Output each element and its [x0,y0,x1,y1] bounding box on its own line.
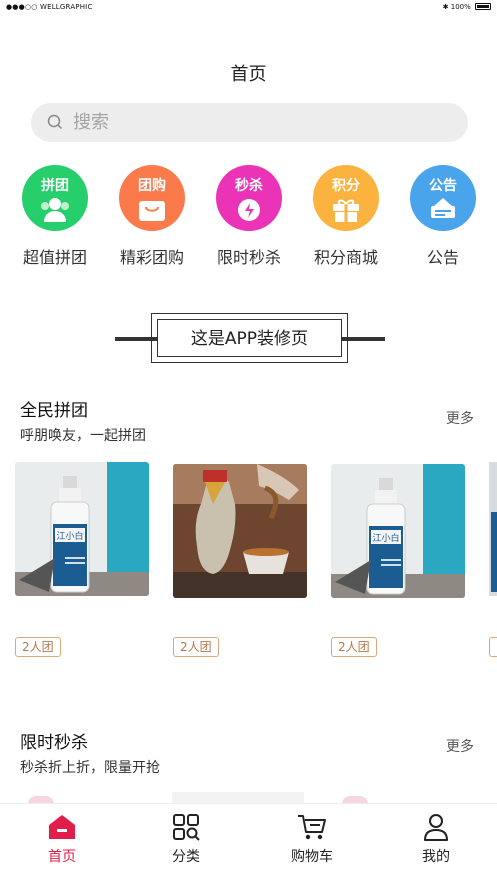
section-title: 限时秒杀 [20,733,88,753]
product-image-liquor-bottle[interactable]: 江小白 [331,464,465,598]
more-link[interactable]: 更多 [446,408,474,428]
group-size-tag: 2人团 [331,637,377,657]
status-bar: ●●●○○ WELLGRAPHIC ✱ 100% [0,0,497,14]
nav-item-group-buy[interactable]: 拼团 超值拼团 [10,165,100,268]
product-card-partial[interactable] [489,462,497,596]
group-section-header: 全民拼团 呼朋唤友，一起拼团 更多 [20,396,480,445]
carrier-label: ●●●○○ WELLGRAPHIC [6,3,93,11]
section-title: 全民拼团 [20,401,88,421]
category-icon [136,812,236,842]
product-image-liquor-bottle[interactable]: 江小白 [15,462,149,596]
user-icon [386,812,486,842]
page-title: 首页 [230,64,267,85]
quick-nav: 拼团 超值拼团 团购 精彩团购 秒杀 限时秒杀 积分 积分商城 公告 公告 [0,165,497,275]
tab-category[interactable]: 分类 [136,812,236,866]
nav-label: 公告 [426,248,459,267]
decoration-text: 这是APP装修页 [157,319,342,357]
search-icon [47,114,63,134]
tab-profile[interactable]: 我的 [386,812,486,866]
nav-item-flash-sale[interactable]: 秒杀 限时秒杀 [204,165,294,268]
shopping-bag-icon: 团购 [119,165,185,231]
nav-label: 精彩团购 [119,248,184,267]
battery-label: 100% [450,3,471,11]
decoration-frame: 这是APP装修页 [151,313,348,363]
nav-label: 超值拼团 [22,248,87,267]
nav-item-notice[interactable]: 公告 公告 [398,165,488,268]
svg-text:江小白: 江小白 [372,532,399,544]
bottom-tab-bar: 首页 分类 购物车 我的 [0,803,497,883]
nav-item-points-mall[interactable]: 积分 积分商城 [301,165,391,268]
cart-icon [262,812,362,842]
nav-label: 限时秒杀 [216,248,281,267]
home-icon [12,812,112,842]
search-bar[interactable] [31,103,468,142]
nav-item-team-buy[interactable]: 团购 精彩团购 [107,165,197,268]
group-size-tag: 2人团 [15,637,61,657]
tab-label: 购物车 [291,849,333,865]
notice-board-icon: 公告 [410,165,476,231]
battery-icon [475,3,491,10]
flash-section-header: 限时秒杀 秒杀折上折，限量开抢 更多 [20,728,480,777]
group-size-tag: 2人团 [173,637,219,657]
tab-home[interactable]: 首页 [12,812,112,866]
tab-label: 我的 [422,849,450,865]
more-link[interactable]: 更多 [446,736,474,756]
svg-text:江小白: 江小白 [56,530,83,542]
bluetooth-icon: ✱ [442,3,449,11]
section-subtitle: 呼朋唤友，一起拼团 [20,428,146,444]
tab-cart[interactable]: 购物车 [262,812,362,866]
alarm-clock-icon: 秒杀 [216,165,282,231]
nav-label: 积分商城 [313,248,378,267]
product-card[interactable]: 2人团 [173,464,307,657]
product-card[interactable]: 江小白 2人团 [15,462,149,657]
tab-label: 首页 [48,849,76,865]
product-image-liquor-jar[interactable] [173,464,307,598]
group-people-icon: 拼团 [22,165,88,231]
gift-icon: 积分 [313,165,379,231]
product-card[interactable]: 江小白 2人团 [331,464,465,657]
decoration-banner: 这是APP装修页 [115,313,385,365]
tab-label: 分类 [172,849,200,865]
search-input[interactable] [73,103,453,142]
section-subtitle: 秒杀折上折，限量开抢 [20,760,160,776]
battery-status: ✱ 100% [443,3,491,11]
group-size-tag-partial [489,637,497,657]
